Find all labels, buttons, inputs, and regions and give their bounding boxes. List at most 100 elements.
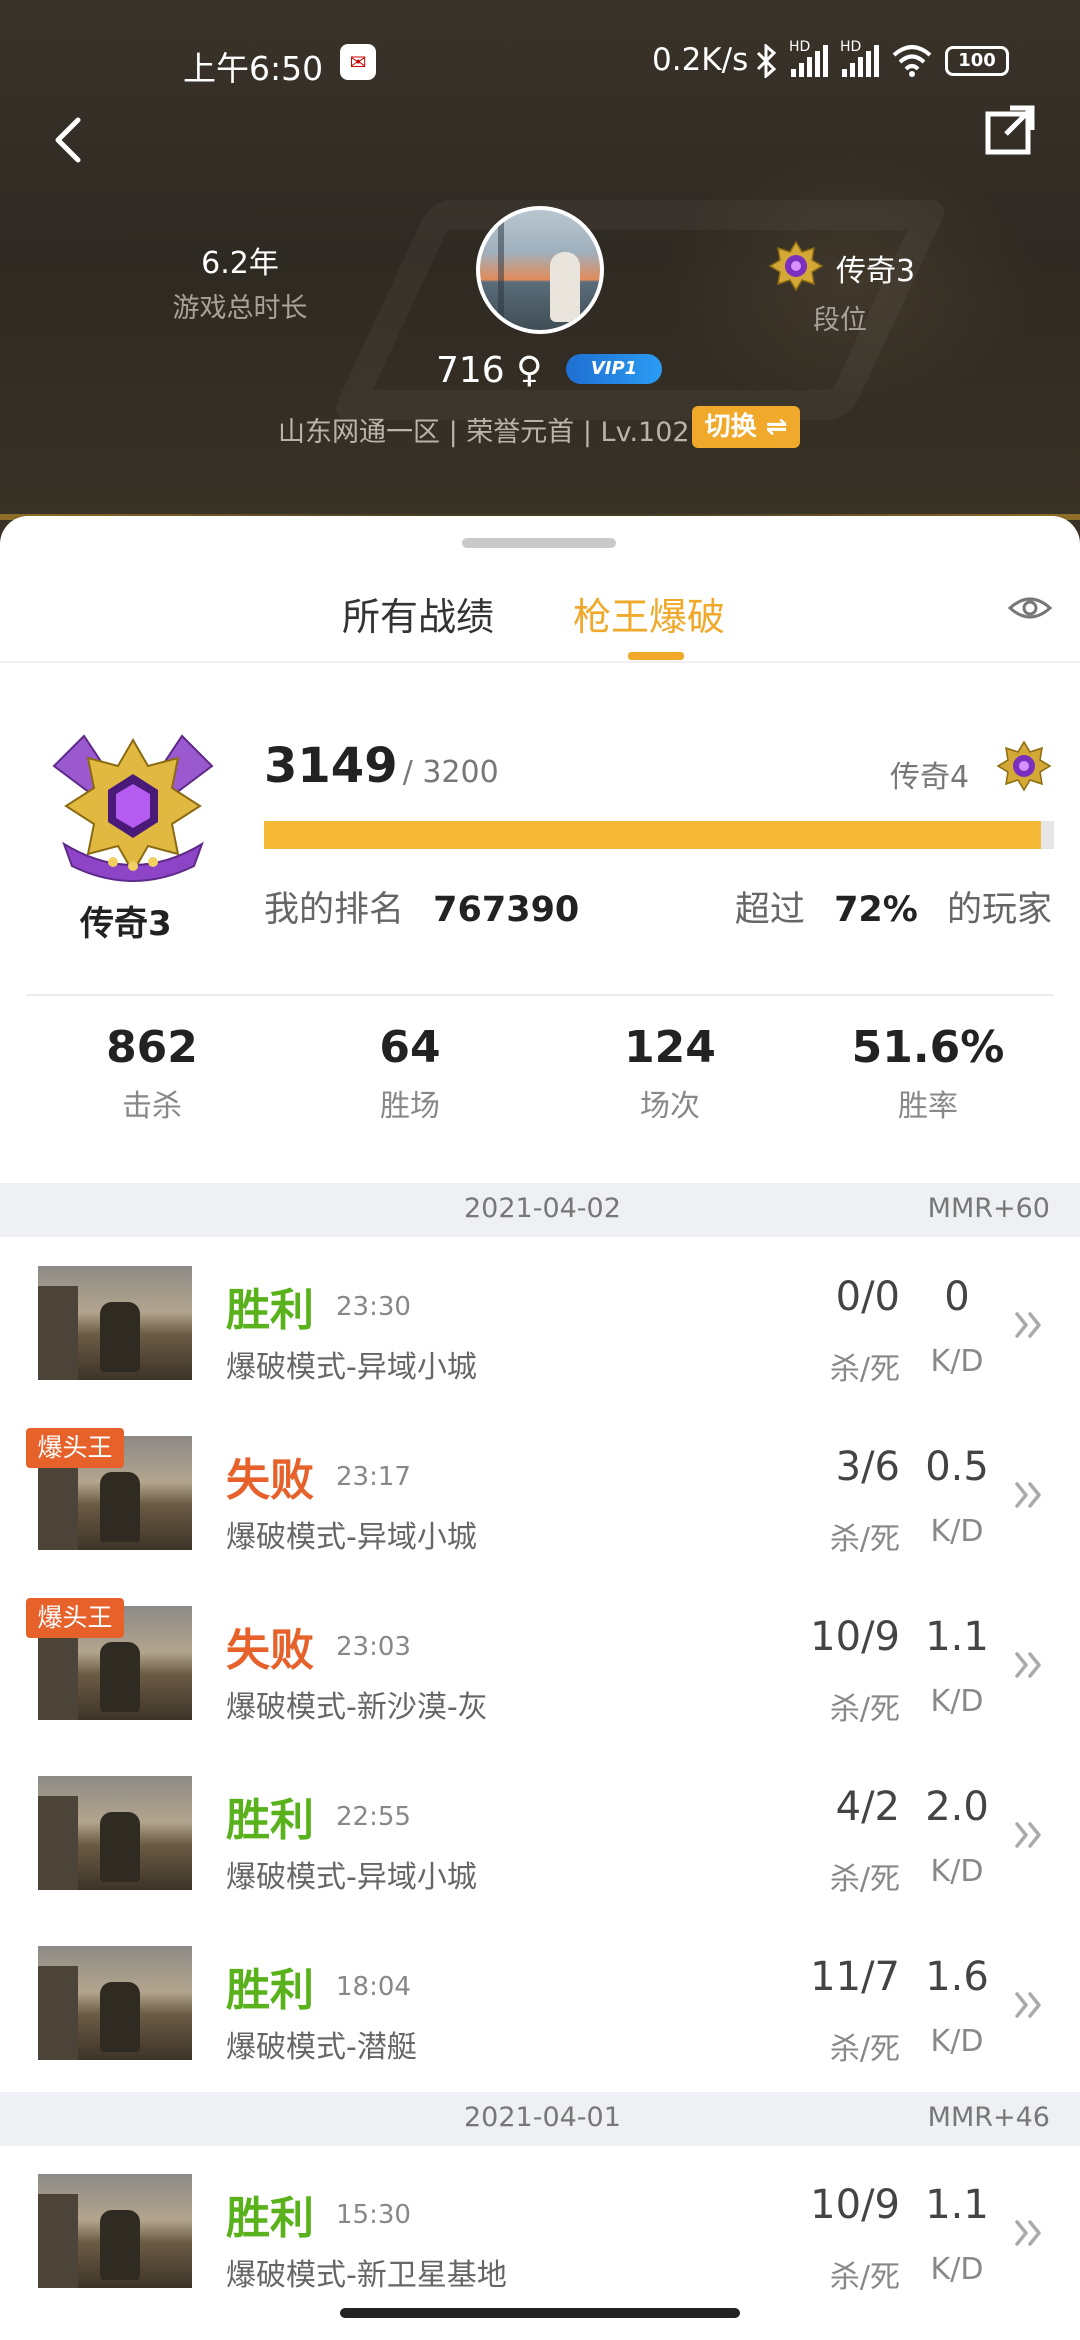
match-mode: 爆破模式-新卫星基地 <box>226 2258 507 2293</box>
map-thumbnail <box>38 1946 192 2060</box>
match-row[interactable]: 爆头王 失败 23:03 爆破模式-新沙漠-灰 10/9 杀/死 1.1 K/D <box>0 1576 1080 1746</box>
match-mode: 爆破模式-异域小城 <box>226 1350 477 1385</box>
play-duration: 6.2年 游戏总时长 <box>130 238 350 325</box>
kills-deaths: 0/0 <box>835 1274 900 1320</box>
match-time: 23:30 <box>336 1292 411 1322</box>
back-icon[interactable] <box>40 110 100 170</box>
kd-ratio: 0 <box>944 1274 970 1320</box>
drag-handle[interactable] <box>462 538 616 548</box>
eye-icon[interactable] <box>1008 586 1052 630</box>
group-date: 2021-04-02 <box>464 1193 621 1224</box>
tab-divider <box>0 661 1080 663</box>
kd-ratio: 2.0 <box>925 1784 989 1830</box>
match-row[interactable]: 爆头王 失败 23:17 爆破模式-异域小城 3/6 杀/死 0.5 K/D <box>0 1406 1080 1576</box>
kills-deaths-label: 杀/死 <box>829 2032 900 2067</box>
avatar-person <box>550 252 580 322</box>
date-group-header: 2021-04-02 MMR+60 <box>0 1183 1080 1237</box>
stat-kills: 862 击杀 <box>27 1022 277 1125</box>
battery-icon: 100 <box>945 46 1009 76</box>
headshot-king-badge: 爆头王 <box>26 1428 124 1468</box>
play-duration-value: 6.2年 <box>201 246 279 281</box>
tab-ranked-demolition[interactable]: 枪王爆破 <box>573 586 725 641</box>
rank-emblem-icon <box>768 240 824 292</box>
chevron-right-icon <box>1014 1478 1044 1512</box>
avatar[interactable] <box>476 206 604 334</box>
next-rank-name: 传奇4 <box>890 760 970 795</box>
match-result: 失败 <box>226 1625 314 1676</box>
kills-deaths: 3/6 <box>835 1444 900 1490</box>
match-row[interactable]: 胜利 18:04 爆破模式-潜艇 11/7 杀/死 1.6 K/D <box>0 1916 1080 2086</box>
rank-emblem-icon <box>52 734 214 882</box>
kd-ratio-label: K/D <box>930 2252 984 2287</box>
kills-deaths: 10/9 <box>810 2182 900 2228</box>
kd-ratio: 0.5 <box>925 1444 989 1490</box>
kills-deaths-label: 杀/死 <box>829 1862 900 1897</box>
kd-ratio-label: K/D <box>930 1514 984 1549</box>
match-row[interactable]: 胜利 15:30 爆破模式-新卫星基地 10/9 杀/死 1.1 K/D <box>0 2144 1080 2314</box>
network-speed: 0.2K/s <box>652 42 749 78</box>
chevron-right-icon <box>1014 1648 1044 1682</box>
switch-server-button[interactable]: 切换 ⇌ <box>692 406 800 448</box>
match-row[interactable]: 胜利 23:30 爆破模式-异域小城 0/0 杀/死 0 K/D <box>0 1236 1080 1406</box>
kills-deaths: 4/2 <box>835 1784 900 1830</box>
share-icon[interactable] <box>980 100 1040 160</box>
section-divider <box>26 994 1054 996</box>
status-icons: HD HD 100 <box>755 39 1009 78</box>
match-time: 22:55 <box>336 1802 411 1832</box>
stat-value: 862 <box>106 1022 198 1073</box>
exceed-players: 超过 72% 的玩家 <box>735 881 1052 932</box>
stat-label: 场次 <box>640 1089 700 1124</box>
kills-deaths: 11/7 <box>810 1954 900 2000</box>
chevron-right-icon <box>1014 1818 1044 1852</box>
match-mode: 爆破模式-新沙漠-灰 <box>226 1690 488 1725</box>
map-thumbnail <box>38 1776 192 1890</box>
match-result: 胜利 <box>226 1285 314 1336</box>
match-result: 失败 <box>226 1455 314 1506</box>
my-ranking: 我的排名 767390 <box>264 881 579 932</box>
play-duration-label: 游戏总时长 <box>172 293 308 324</box>
chevron-right-icon <box>1014 1308 1044 1342</box>
next-rank-emblem-icon <box>996 740 1052 792</box>
exceed-suffix: 的玩家 <box>946 890 1052 930</box>
rank-progress-bar <box>264 821 1054 849</box>
server-info: 山东网通一区 | 荣誉元首 | Lv.102 <box>278 417 690 448</box>
rank-score-total: / 3200 <box>402 755 499 790</box>
map-thumbnail <box>38 1266 192 1380</box>
match-result: 胜利 <box>226 2193 314 2244</box>
kd-ratio-label: K/D <box>930 1344 984 1379</box>
match-row[interactable]: 胜利 22:55 爆破模式-异域小城 4/2 杀/死 2.0 K/D <box>0 1746 1080 1916</box>
my-ranking-value: 767390 <box>433 890 580 930</box>
match-time: 15:30 <box>336 2200 411 2230</box>
profile-header: 上午6:50 ✉ 0.2K/s HD HD 100 6.2年 游戏总时长 传奇3… <box>0 0 1080 560</box>
header-rank-label: 段位 <box>813 305 867 336</box>
stat-label: 胜场 <box>380 1089 440 1124</box>
tab-all-records[interactable]: 所有战绩 <box>342 586 494 641</box>
group-mmr: MMR+60 <box>927 1193 1050 1224</box>
map-thumbnail <box>38 2174 192 2288</box>
kills-deaths-label: 杀/死 <box>829 1352 900 1387</box>
gender-icon: ♀ <box>516 350 543 391</box>
chevron-right-icon <box>1014 1988 1044 2022</box>
kd-ratio: 1.1 <box>925 1614 989 1660</box>
user-id: 716 ♀ <box>436 350 543 391</box>
signal-hd-icon: HD <box>840 39 879 77</box>
match-time: 23:17 <box>336 1462 411 1492</box>
stat-value: 64 <box>379 1022 441 1073</box>
kd-ratio-label: K/D <box>930 2024 984 2059</box>
kills-deaths: 10/9 <box>810 1614 900 1660</box>
stat-label: 击杀 <box>122 1089 182 1124</box>
match-time: 18:04 <box>336 1972 411 2002</box>
kills-deaths-label: 杀/死 <box>829 2260 900 2295</box>
chevron-right-icon <box>1014 2216 1044 2250</box>
stat-label: 胜率 <box>898 1089 958 1124</box>
emblem-rank-name: 传奇3 <box>80 904 172 944</box>
home-indicator[interactable] <box>340 2308 740 2318</box>
group-mmr: MMR+46 <box>927 2102 1050 2133</box>
kills-deaths-label: 杀/死 <box>829 1692 900 1727</box>
match-result: 胜利 <box>226 1965 314 2016</box>
active-tab-indicator <box>628 652 684 660</box>
match-result: 胜利 <box>226 1795 314 1846</box>
avatar-window-frame <box>498 210 504 330</box>
header-rank-name: 传奇3 <box>836 254 916 289</box>
kd-ratio-label: K/D <box>930 1684 984 1719</box>
